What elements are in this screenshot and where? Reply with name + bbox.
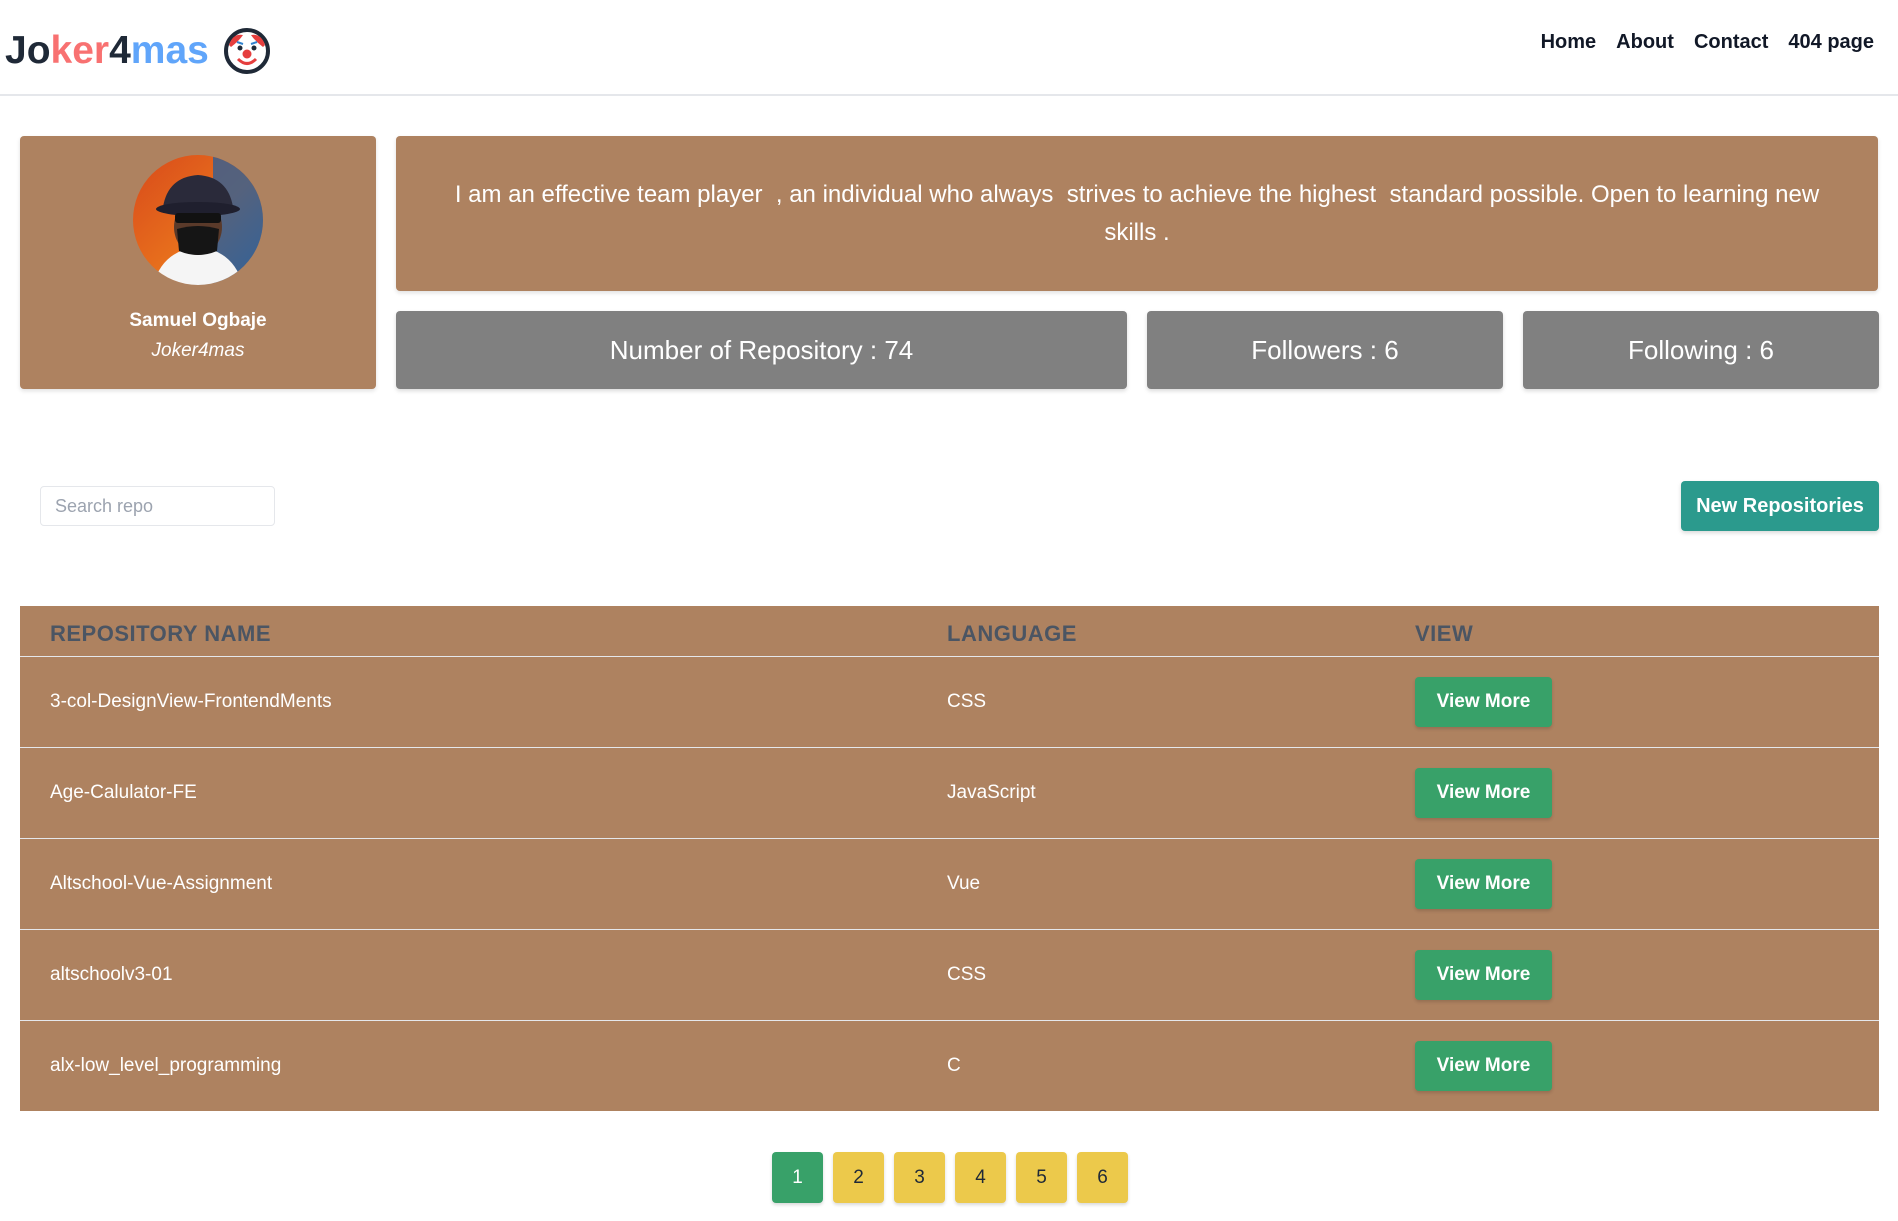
- brand-text-part: mas: [130, 29, 209, 72]
- repo-name: Altschool-Vue-Assignment: [50, 873, 273, 894]
- repo-name: Age-Calulator-FE: [50, 782, 197, 803]
- table-row: Age-Calulator-FE JavaScript View More: [20, 748, 1879, 839]
- page-button-1[interactable]: 1: [772, 1152, 823, 1203]
- nav-links: Home About Contact 404 page: [1541, 26, 1874, 58]
- profile-username: Joker4mas: [151, 340, 245, 361]
- nav-link-contact[interactable]: Contact: [1694, 26, 1768, 58]
- profile-bio: I am an effective team player , an indiv…: [396, 136, 1878, 291]
- view-more-button[interactable]: View More: [1415, 950, 1552, 1000]
- search-input[interactable]: [40, 486, 275, 526]
- page-button-5[interactable]: 5: [1016, 1152, 1067, 1203]
- view-more-button[interactable]: View More: [1415, 768, 1552, 818]
- repo-language: JavaScript: [947, 782, 1036, 803]
- table-row: alx-low_level_programming C View More: [20, 1021, 1879, 1111]
- brand-text-part: Jo: [5, 29, 51, 72]
- repo-language: C: [947, 1055, 961, 1076]
- clown-face-icon: [223, 27, 271, 75]
- repo-name: altschoolv3-01: [50, 964, 173, 985]
- brand-text-part: 4: [109, 29, 131, 72]
- profile-card: Samuel Ogbaje Joker4mas: [20, 136, 376, 389]
- page-button-2[interactable]: 2: [833, 1152, 884, 1203]
- table-header: Repository Name Language View: [20, 606, 1879, 657]
- repo-language: CSS: [947, 964, 987, 985]
- stat-repository-count: Number of Repository : 74: [396, 311, 1127, 389]
- navbar: Jo ker 4 mas Home About Contact 404 page: [0, 0, 1898, 96]
- brand-logo[interactable]: Jo ker 4 mas: [5, 22, 271, 80]
- page-button-3[interactable]: 3: [894, 1152, 945, 1203]
- column-header-view: View: [1415, 621, 1474, 646]
- profile-name: Samuel Ogbaje: [129, 310, 267, 331]
- new-repositories-button[interactable]: New Repositories: [1681, 481, 1879, 531]
- table-row: 3-col-DesignView-FrontendMents CSS View …: [20, 657, 1879, 748]
- column-header-language: Language: [947, 621, 1077, 646]
- page-button-6[interactable]: 6: [1077, 1152, 1128, 1203]
- stat-followers: Followers : 6: [1147, 311, 1503, 389]
- pagination: 1 2 3 4 5 6: [772, 1152, 1128, 1203]
- repo-language: Vue: [947, 873, 981, 894]
- brand-text-part: ker: [50, 29, 110, 72]
- table-row: altschoolv3-01 CSS View More: [20, 930, 1879, 1021]
- repo-language: CSS: [947, 691, 987, 712]
- repo-name: 3-col-DesignView-FrontendMents: [50, 691, 332, 712]
- repository-table: Repository Name Language View 3-col-Desi…: [20, 606, 1879, 1111]
- view-more-button[interactable]: View More: [1415, 859, 1552, 909]
- nav-link-home[interactable]: Home: [1541, 26, 1597, 58]
- nav-link-404[interactable]: 404 page: [1788, 26, 1874, 58]
- view-more-button[interactable]: View More: [1415, 1041, 1552, 1091]
- stat-following: Following : 6: [1523, 311, 1879, 389]
- page-button-4[interactable]: 4: [955, 1152, 1006, 1203]
- table-row: Altschool-Vue-Assignment Vue View More: [20, 839, 1879, 930]
- column-header-repository-name: Repository Name: [50, 621, 272, 646]
- avatar: [133, 155, 263, 285]
- nav-link-about[interactable]: About: [1616, 26, 1674, 58]
- repo-name: alx-low_level_programming: [50, 1055, 282, 1076]
- view-more-button[interactable]: View More: [1415, 677, 1552, 727]
